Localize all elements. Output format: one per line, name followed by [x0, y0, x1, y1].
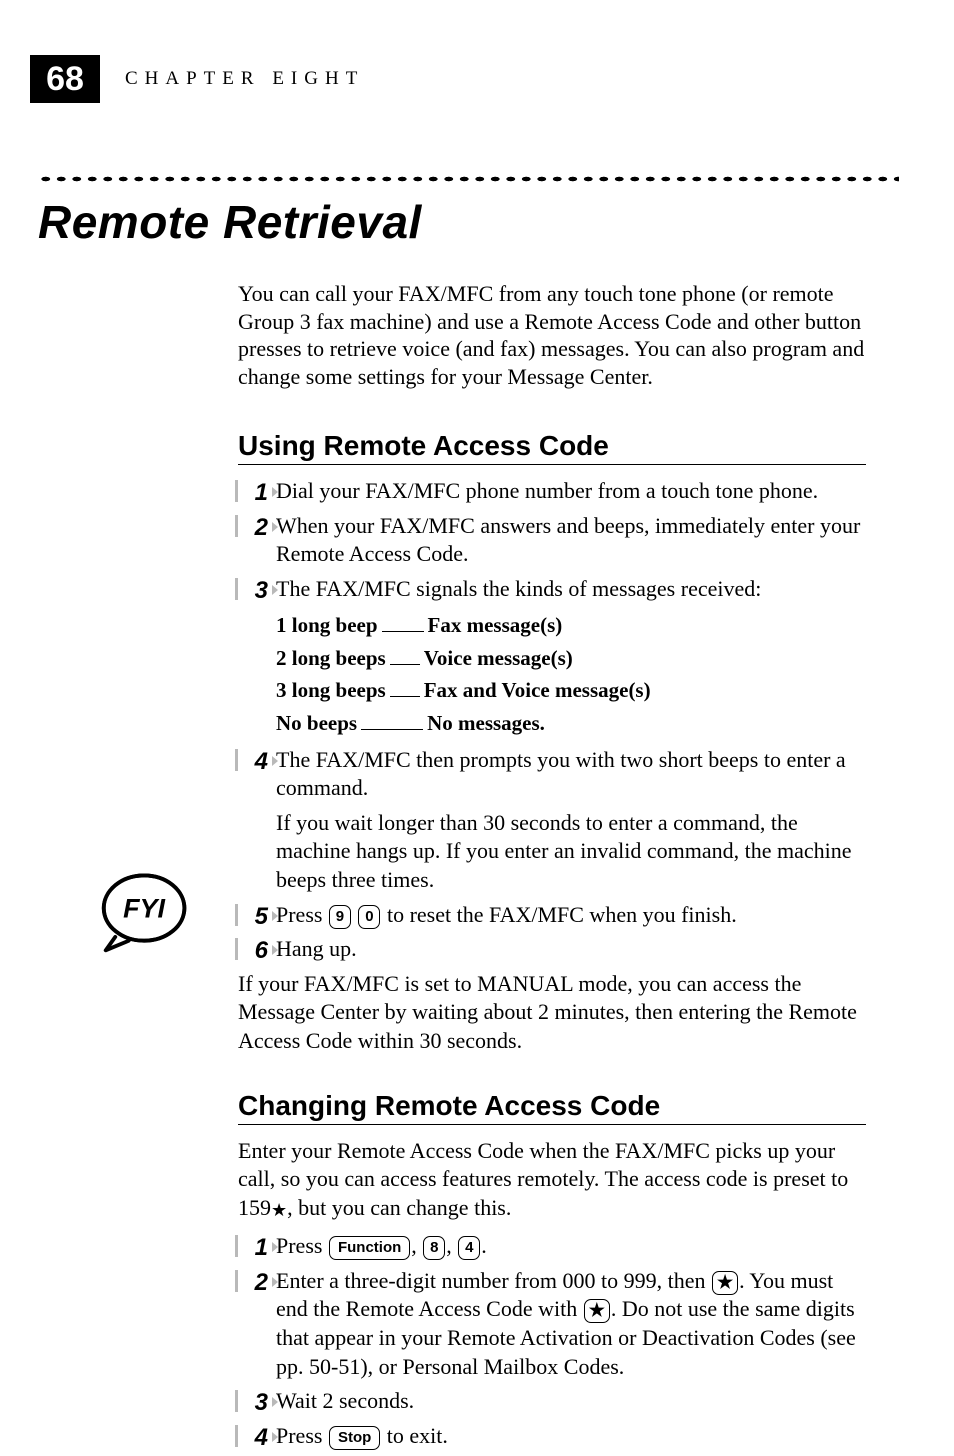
step-number-icon: 2 [238, 1267, 268, 1298]
step-text: The FAX/MFC signals the kinds of message… [276, 576, 761, 601]
key-star-icon: ★ [584, 1299, 610, 1323]
sec2-step-1: 1 Press Function, 8, 4. [238, 1232, 866, 1261]
step-number-icon: 3 [238, 575, 268, 606]
sec2-step-3: 3 Wait 2 seconds. [238, 1387, 866, 1416]
fyi-note-icon: FYI [98, 862, 194, 958]
section-heading-changing-remote-access-code: Changing Remote Access Code [238, 1090, 866, 1125]
signal-row: No beepsNo messages. [276, 707, 866, 740]
key-stop-icon: Stop [329, 1426, 380, 1450]
step-4: 4 The FAX/MFC then prompts you with two … [238, 746, 866, 803]
signal-list: 1 long beepFax message(s) 2 long beepsVo… [276, 609, 866, 739]
step-text: Wait 2 seconds. [276, 1388, 414, 1413]
section2-intro: Enter your Remote Access Code when the F… [238, 1137, 866, 1223]
intro-paragraph: You can call your FAX/MFC from any touch… [238, 280, 866, 390]
page-number: 68 [30, 55, 100, 103]
step-text: Enter a three-digit number from 000 to 9… [276, 1268, 856, 1379]
signal-row: 1 long beepFax message(s) [276, 609, 866, 642]
step-number-icon: 4 [238, 1422, 268, 1453]
fyi-note: If your FAX/MFC is set to MANUAL mode, y… [238, 970, 866, 1056]
signal-row: 2 long beepsVoice message(s) [276, 642, 866, 675]
step-5: 5 Press 9 0 to reset the FAX/MFC when yo… [238, 901, 866, 930]
page-title: Remote Retrieval [38, 195, 422, 249]
step-number-icon: 2 [238, 512, 268, 543]
key-8-icon: 8 [423, 1236, 445, 1260]
key-9-icon: 9 [329, 905, 351, 929]
step-text: Press Stop to exit. [276, 1423, 448, 1448]
step-number-icon: 4 [238, 746, 268, 777]
step-6: 6 Hang up. [238, 935, 866, 964]
step-text: Press Function, 8, 4. [276, 1233, 487, 1258]
key-function-icon: Function [329, 1236, 410, 1260]
step-1: 1 Dial your FAX/MFC phone number from a … [238, 477, 866, 506]
section-heading-using-remote-access-code: Using Remote Access Code [238, 430, 866, 465]
step-number-icon: 6 [238, 935, 268, 966]
step-3: 3 The FAX/MFC signals the kinds of messa… [238, 575, 866, 604]
step-text: Dial your FAX/MFC phone number from a to… [276, 478, 818, 503]
step-text: When your FAX/MFC answers and beeps, imm… [276, 513, 860, 567]
step-text: Hang up. [276, 936, 357, 961]
sec2-step-4: 4 Press Stop to exit. [238, 1422, 866, 1451]
step-text: Press 9 0 to reset the FAX/MFC when you … [276, 902, 737, 927]
step-number-icon: 1 [238, 477, 268, 508]
step-number-icon: 5 [238, 901, 268, 932]
sec2-step-2: 2 Enter a three-digit number from 000 to… [238, 1267, 866, 1381]
step-text: The FAX/MFC then prompts you with two sh… [276, 747, 846, 801]
chapter-label: CHAPTER EIGHT [125, 68, 364, 90]
key-4-icon: 4 [458, 1236, 480, 1260]
step-number-icon: 3 [238, 1387, 268, 1418]
content-column: You can call your FAX/MFC from any touch… [238, 280, 866, 1456]
svg-text:FYI: FYI [123, 894, 165, 924]
dotted-rule-divider [38, 175, 899, 183]
key-star-icon: ★ [712, 1271, 738, 1295]
step-4-continuation: If you wait longer than 30 seconds to en… [276, 809, 866, 895]
signal-row: 3 long beepsFax and Voice message(s) [276, 674, 866, 707]
step-number-icon: 1 [238, 1232, 268, 1263]
step-2: 2 When your FAX/MFC answers and beeps, i… [238, 512, 866, 569]
star-icon: ★ [271, 1200, 287, 1220]
key-0-icon: 0 [358, 905, 380, 929]
